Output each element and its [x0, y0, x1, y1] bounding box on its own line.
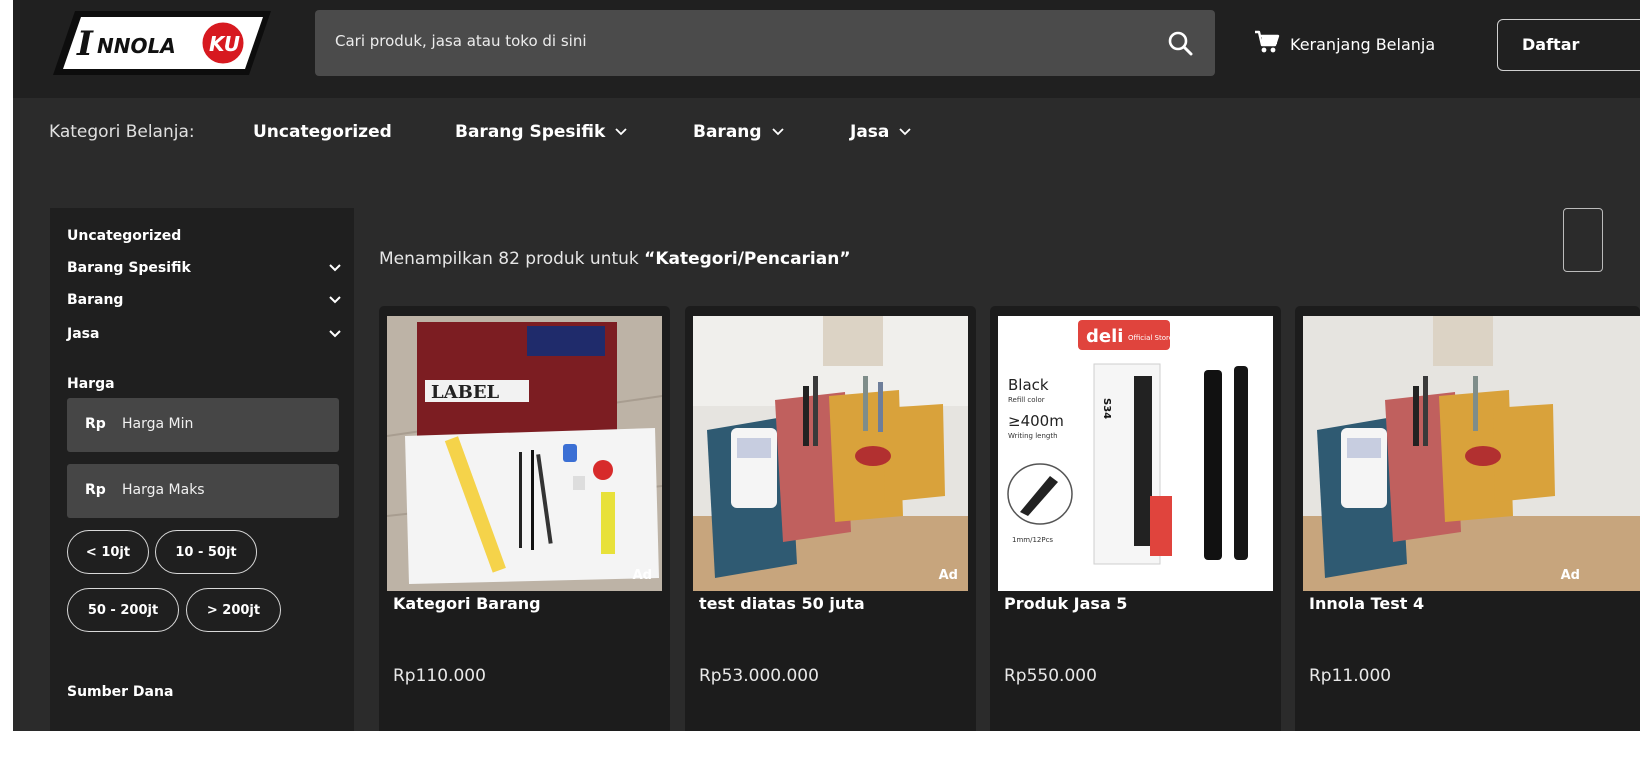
cart-label: Keranjang Belanja — [1290, 34, 1436, 54]
price-range-under-10jt[interactable]: < 10jt — [67, 530, 149, 574]
price-range-10-50jt[interactable]: 10 - 50jt — [155, 530, 257, 574]
svg-text:NNOLA: NNOLA — [97, 34, 176, 58]
category-link-label: Uncategorized — [253, 122, 392, 142]
search-bar[interactable]: Cari produk, jasa atau toko di sini — [315, 10, 1215, 76]
search-icon[interactable] — [1167, 30, 1193, 56]
chevron-down-icon — [771, 128, 784, 136]
deli-length-text: ≥400m — [1008, 412, 1064, 430]
funding-heading-label: Sumber Dana — [67, 684, 174, 700]
chevron-down-icon[interactable] — [329, 330, 341, 338]
result-count: Menampilkan 82 produk untuk “Kategori/Pe… — [379, 249, 851, 269]
price-min-input[interactable]: Rp Harga Min — [67, 398, 339, 452]
price-max-input[interactable]: Rp Harga Maks — [67, 464, 339, 518]
deli-writing-text: Writing length — [1008, 432, 1058, 440]
currency-prefix: Rp — [85, 482, 106, 498]
price-range-over-200jt[interactable]: > 200jt — [186, 588, 281, 632]
funding-heading: Sumber Dana — [67, 684, 341, 700]
daftar-button[interactable]: Daftar — [1497, 19, 1640, 71]
chevron-down-icon — [615, 128, 627, 136]
book-cover-label: LABEL — [431, 382, 500, 403]
product-price: Rp53.000.000 — [699, 666, 819, 686]
deli-color-text: Black — [1008, 376, 1049, 394]
deli-refill-text: Refill color — [1008, 396, 1045, 404]
category-link-label: Barang Spesifik — [455, 122, 606, 142]
cart-link[interactable]: Keranjang Belanja — [1254, 30, 1435, 58]
product-image[interactable]: LABEL Ad — [387, 316, 662, 591]
price-range-label: 50 - 200jt — [87, 602, 159, 618]
app-frame: I NNOLA KU Cari produk, jasa atau toko d… — [13, 0, 1640, 731]
chevron-down-icon[interactable] — [329, 296, 341, 304]
price-heading-label: Harga — [67, 376, 115, 392]
chevron-down-icon — [899, 128, 912, 136]
sidebar-item-label: Barang Spesifik — [67, 260, 191, 276]
product-price: Rp110.000 — [393, 666, 486, 686]
category-link-label: Barang — [693, 122, 762, 142]
price-heading: Harga — [67, 376, 341, 392]
product-image[interactable]: Ad — [1303, 316, 1640, 591]
product-card[interactable]: LABEL Ad Kategori Barang Rp110.000 — [379, 306, 670, 731]
category-link-jasa[interactable]: Jasa — [850, 122, 912, 142]
category-bar-label: Kategori Belanja: — [49, 122, 195, 142]
result-count-prefix: Menampilkan 82 produk untuk — [379, 249, 645, 269]
product-image[interactable]: Ad — [693, 316, 968, 591]
daftar-label: Daftar — [1522, 35, 1580, 54]
product-name[interactable]: Kategori Barang — [393, 594, 541, 613]
category-bar: Kategori Belanja: Uncategorized Barang S… — [13, 98, 1640, 176]
search-input[interactable]: Cari produk, jasa atau toko di sini — [335, 32, 587, 50]
category-link-barang-spesifik[interactable]: Barang Spesifik — [455, 122, 627, 142]
product-card[interactable]: Ad Innola Test 4 Rp11.000 — [1295, 306, 1640, 731]
product-card[interactable]: deli Official Store Black Refill color ≥… — [990, 306, 1281, 731]
sidebar-item-label: Barang — [67, 292, 124, 308]
price-range-label: > 200jt — [206, 602, 261, 618]
svg-text:KU: KU — [209, 32, 240, 56]
product-price: Rp11.000 — [1309, 666, 1392, 686]
deli-model-text: S34 — [1101, 398, 1112, 419]
ad-badge: Ad — [1560, 568, 1580, 583]
sidebar-item-label: Jasa — [67, 326, 100, 342]
price-range-label: < 10jt — [85, 544, 131, 560]
innolaku-logo[interactable]: I NNOLA KU — [53, 9, 271, 77]
product-name[interactable]: Innola Test 4 — [1309, 594, 1424, 613]
ad-badge: Ad — [632, 568, 652, 583]
cart-icon — [1254, 30, 1280, 58]
deli-spec-text: 1mm/12Pcs — [1012, 536, 1053, 544]
deli-brand-text: deli — [1086, 326, 1123, 347]
sidebar-item-label: Uncategorized — [67, 228, 182, 244]
sidebar-item-barang[interactable]: Barang — [67, 292, 341, 308]
price-range-label: 10 - 50jt — [175, 544, 237, 560]
chevron-down-icon[interactable] — [329, 264, 341, 272]
ad-badge: Ad — [938, 568, 958, 583]
product-name[interactable]: Produk Jasa 5 — [1004, 594, 1127, 613]
sidebar-item-jasa[interactable]: Jasa — [67, 326, 341, 342]
result-query: “Kategori/Pencarian” — [644, 249, 851, 269]
currency-prefix: Rp — [85, 416, 106, 432]
filter-sidebar: Uncategorized Barang Spesifik Barang Jas… — [50, 208, 354, 731]
sidebar-item-uncategorized[interactable]: Uncategorized — [67, 228, 341, 244]
price-min-placeholder: Harga Min — [122, 416, 194, 432]
product-name[interactable]: test diatas 50 juta — [699, 594, 865, 613]
category-link-label: Jasa — [850, 122, 890, 142]
product-price: Rp550.000 — [1004, 666, 1097, 686]
category-link-barang[interactable]: Barang — [693, 122, 784, 142]
svg-text:I: I — [76, 24, 94, 64]
product-image[interactable]: deli Official Store Black Refill color ≥… — [998, 316, 1273, 591]
deli-store-text: Official Store — [1128, 334, 1173, 342]
price-range-50-200jt[interactable]: 50 - 200jt — [67, 588, 179, 632]
category-link-uncategorized[interactable]: Uncategorized — [253, 122, 392, 142]
top-header: I NNOLA KU Cari produk, jasa atau toko d… — [13, 0, 1640, 98]
product-card[interactable]: Ad test diatas 50 juta Rp53.000.000 — [685, 306, 976, 731]
sort-dropdown[interactable] — [1563, 208, 1603, 272]
sidebar-item-barang-spesifik[interactable]: Barang Spesifik — [67, 260, 341, 276]
price-max-placeholder: Harga Maks — [122, 482, 205, 498]
